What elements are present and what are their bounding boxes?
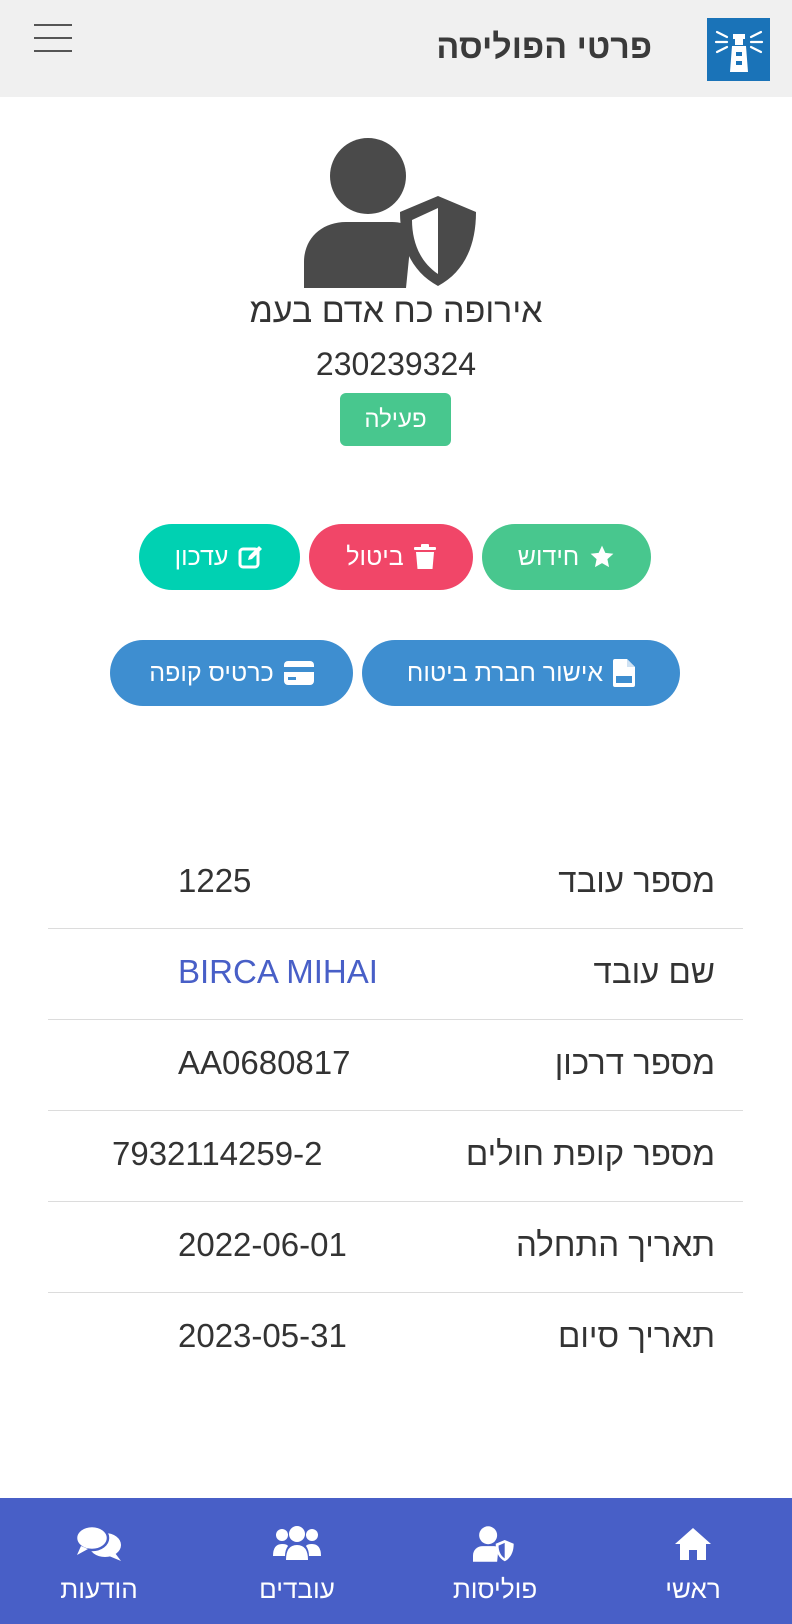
detail-row-passport: מספר דרכון AA0680817	[48, 1020, 743, 1111]
update-button[interactable]: עדכון	[139, 524, 300, 590]
app-header: פרטי הפוליסה	[0, 0, 792, 97]
nav-item-policies[interactable]: פוליסות	[396, 1498, 594, 1624]
comments-icon	[75, 1524, 123, 1564]
user-shield-icon	[473, 1524, 517, 1564]
status-badge: פעילה	[340, 393, 451, 446]
company-name: אירופה כח אדם בעמ	[249, 292, 543, 330]
detail-value: 2023-05-31	[178, 1317, 347, 1354]
nav-label: הודעות	[60, 1574, 138, 1604]
detail-value: 2022-06-01	[178, 1226, 347, 1263]
employee-name-link[interactable]: BIRCA MIHAI	[178, 953, 388, 991]
home-icon	[673, 1524, 713, 1564]
detail-label: מספר דרכון	[554, 1044, 715, 1081]
nav-label: ראשי	[665, 1574, 721, 1604]
insurer-approval-label: אישור חברת ביטוח	[406, 658, 604, 687]
star-icon	[590, 545, 614, 568]
nav-label: פוליסות	[452, 1574, 538, 1604]
detail-row-employee-name: שם עובד BIRCA MIHAI	[48, 929, 743, 1020]
detail-row-start-date: תאריך התחלה 2022-06-01	[48, 1202, 743, 1293]
renew-label: חידוש	[517, 542, 580, 571]
cancel-button[interactable]: ביטול	[309, 524, 473, 590]
lighthouse-icon[interactable]	[707, 18, 770, 81]
trash-icon	[413, 544, 436, 569]
detail-value: AA0680817	[178, 1044, 351, 1081]
cancel-label: ביטול	[346, 542, 404, 571]
detail-label: תאריך התחלה	[515, 1226, 715, 1263]
detail-label: מספר קופת חולים	[465, 1135, 715, 1172]
detail-label: תאריך סיום	[557, 1317, 715, 1354]
insurer-approval-button[interactable]: אישור חברת ביטוח	[362, 640, 680, 706]
users-icon	[273, 1524, 321, 1564]
detail-row-health-fund: מספר קופת חולים 7932114259-2	[48, 1111, 743, 1202]
detail-value: 7932114259-2	[112, 1135, 323, 1172]
credit-card-icon	[283, 661, 314, 685]
policy-details-table: מספר עובד 1225 שם עובד BIRCA MIHAI מספר …	[48, 838, 743, 1384]
nav-label: עובדים	[259, 1574, 335, 1604]
bottom-navigation: ראשי פוליסות עובדים הודעות	[0, 1498, 792, 1624]
hamburger-icon[interactable]	[34, 24, 72, 52]
detail-value: 1225	[178, 862, 252, 899]
fund-card-label: כרטיס קופה	[149, 658, 274, 687]
update-label: עדכון	[174, 542, 229, 571]
nav-item-home[interactable]: ראשי	[594, 1498, 792, 1624]
user-shield-icon	[304, 138, 476, 288]
edit-icon	[238, 546, 263, 569]
pdf-file-icon	[613, 659, 636, 687]
renew-button[interactable]: חידוש	[482, 524, 651, 590]
page-title: פרטי הפוליסה	[436, 28, 652, 66]
nav-item-employees[interactable]: עובדים	[198, 1498, 396, 1624]
detail-row-end-date: תאריך סיום 2023-05-31	[48, 1293, 743, 1384]
detail-row-employee-number: מספר עובד 1225	[48, 838, 743, 929]
fund-card-button[interactable]: כרטיס קופה	[110, 640, 353, 706]
detail-label: שם עובד	[593, 953, 715, 990]
nav-item-messages[interactable]: הודעות	[0, 1498, 198, 1624]
policy-number: 230239324	[315, 346, 477, 382]
detail-label: מספר עובד	[558, 862, 715, 899]
